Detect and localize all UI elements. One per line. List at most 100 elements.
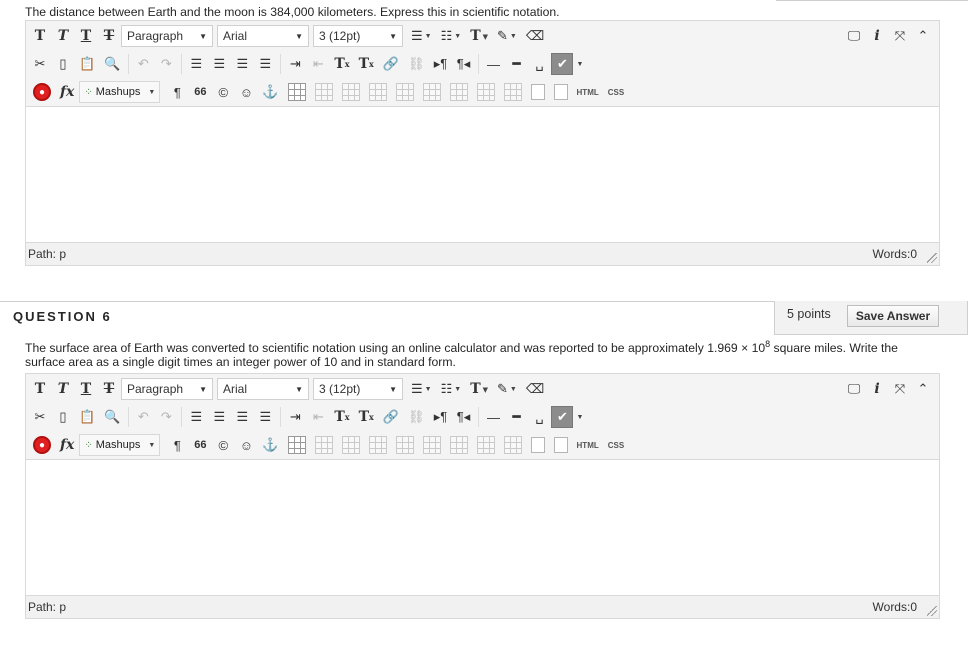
bold-button[interactable]: T [29, 378, 51, 400]
undo-button[interactable]: ↶ [132, 406, 154, 428]
redo-button[interactable]: ↷ [155, 406, 177, 428]
text-color-button[interactable]: T ▼ [466, 25, 492, 47]
table-props-button[interactable] [311, 81, 337, 103]
indent-button[interactable]: ⇥ [284, 53, 306, 75]
table-props-button[interactable] [311, 434, 337, 456]
align-right-button[interactable]: ☰ [231, 53, 253, 75]
paragraph-format-dropdown[interactable]: Paragraph ▼ [121, 378, 213, 400]
cut-button[interactable]: ✂ [29, 406, 51, 428]
collapse-toolbar-button[interactable]: ⌃ [912, 378, 934, 400]
copy-button[interactable]: ▯ [52, 406, 74, 428]
editor-content-area[interactable] [26, 106, 939, 242]
insert-col-after-button[interactable] [500, 81, 526, 103]
bullet-list-button[interactable]: ☰ ▼ [407, 25, 436, 47]
underline-button[interactable]: T [75, 378, 97, 400]
superscript-button[interactable]: Tx [330, 53, 353, 75]
indent-button[interactable]: ⇥ [284, 406, 306, 428]
collapse-toolbar-button[interactable]: ⌃ [912, 25, 934, 47]
insert-row-before-button[interactable] [392, 81, 418, 103]
chevron-down-icon[interactable]: ▼ [576, 414, 583, 421]
paste-button[interactable]: 📋 [75, 406, 99, 428]
rtl-button[interactable]: ¶◂ [452, 53, 474, 75]
undo-button[interactable]: ↶ [132, 53, 154, 75]
highlight-button[interactable]: ✎ ▼ [493, 25, 521, 47]
redo-button[interactable]: ↷ [155, 53, 177, 75]
no-icon-button[interactable]: ● [29, 434, 55, 456]
align-left-button[interactable]: ☰ [185, 53, 207, 75]
insert-table-button[interactable] [284, 81, 310, 103]
cell-props-button[interactable] [365, 81, 391, 103]
rtl-button[interactable]: ¶◂ [452, 406, 474, 428]
outdent-button[interactable]: ⇤ [307, 53, 329, 75]
paragraph-mark-button[interactable]: ¶ [166, 81, 188, 103]
resize-grip-icon[interactable] [927, 253, 937, 263]
special-char-button[interactable]: © [212, 434, 234, 456]
row-props-button[interactable] [338, 434, 364, 456]
preview-button[interactable]: 🖵 [843, 25, 865, 47]
insert-link-button[interactable]: 🔗 [379, 406, 403, 428]
delete-row-button[interactable] [446, 434, 472, 456]
info-button[interactable]: i [866, 378, 888, 400]
split-cells-button[interactable] [550, 434, 572, 456]
resize-grip-icon[interactable] [927, 606, 937, 616]
text-color-button[interactable]: T ▼ [466, 378, 492, 400]
insert-table-button[interactable] [284, 434, 310, 456]
horizontal-line-button[interactable]: — [482, 406, 504, 428]
nonbreaking-space-button[interactable]: ␣ [528, 53, 550, 75]
italic-button[interactable]: T [52, 25, 74, 47]
bullet-list-button[interactable]: ☰ ▼ [407, 378, 436, 400]
thick-line-button[interactable]: ━ [505, 406, 527, 428]
align-right-button[interactable]: ☰ [231, 406, 253, 428]
highlight-button[interactable]: ✎ ▼ [493, 378, 521, 400]
underline-button[interactable]: T [75, 25, 97, 47]
clear-format-button[interactable]: ⌫ [522, 378, 548, 400]
bold-button[interactable]: T [29, 25, 51, 47]
italic-button[interactable]: T [52, 378, 74, 400]
ltr-button[interactable]: ▸¶ [429, 406, 451, 428]
find-button[interactable]: 🔍 [100, 53, 124, 75]
remove-link-button[interactable]: ⛓ [404, 53, 429, 75]
preview-button[interactable]: 🖵 [843, 378, 865, 400]
insert-link-button[interactable]: 🔗 [379, 53, 403, 75]
blockquote-button[interactable]: 66 [189, 434, 211, 456]
delete-col-button[interactable] [527, 81, 549, 103]
row-props-button[interactable] [338, 81, 364, 103]
cut-button[interactable]: ✂ [29, 53, 51, 75]
align-justify-button[interactable]: ☰ [254, 53, 276, 75]
special-char-button[interactable]: © [212, 81, 234, 103]
mashups-dropdown[interactable]: ⁘ Mashups ▼ [79, 434, 161, 456]
css-button[interactable]: CSS [604, 434, 628, 456]
strikethrough-button[interactable]: T [98, 25, 120, 47]
anchor-button[interactable]: ⚓ [258, 81, 282, 103]
copy-button[interactable]: ▯ [52, 53, 74, 75]
font-family-dropdown[interactable]: Arial ▼ [217, 378, 309, 400]
spellcheck-button[interactable]: ✔ [551, 406, 574, 428]
delete-row-button[interactable] [446, 81, 472, 103]
find-button[interactable]: 🔍 [100, 406, 124, 428]
superscript-button[interactable]: Tx [330, 406, 353, 428]
editor-content-area[interactable] [26, 459, 939, 595]
insert-col-after-button[interactable] [500, 434, 526, 456]
strikethrough-button[interactable]: T [98, 378, 120, 400]
equation-button[interactable]: fx [56, 81, 78, 103]
emoticon-button[interactable]: ☺ [235, 434, 257, 456]
paragraph-format-dropdown[interactable]: Paragraph ▼ [121, 25, 213, 47]
align-center-button[interactable]: ☰ [208, 53, 230, 75]
fullscreen-button[interactable]: ⤧ [889, 378, 911, 400]
horizontal-line-button[interactable]: — [482, 53, 504, 75]
font-size-dropdown[interactable]: 3 (12pt) ▼ [313, 378, 403, 400]
paste-button[interactable]: 📋 [75, 53, 99, 75]
outdent-button[interactable]: ⇤ [307, 406, 329, 428]
html-source-button[interactable]: HTML [573, 434, 603, 456]
nonbreaking-space-button[interactable]: ␣ [528, 406, 550, 428]
insert-col-before-button[interactable] [473, 434, 499, 456]
mashups-dropdown[interactable]: ⁘ Mashups ▼ [79, 81, 161, 103]
info-button[interactable]: i [866, 25, 888, 47]
css-button[interactable]: CSS [604, 81, 628, 103]
fullscreen-button[interactable]: ⤧ [889, 25, 911, 47]
ltr-button[interactable]: ▸¶ [429, 53, 451, 75]
numbered-list-button[interactable]: ☷ ▼ [437, 25, 466, 47]
font-family-dropdown[interactable]: Arial ▼ [217, 25, 309, 47]
paragraph-mark-button[interactable]: ¶ [166, 434, 188, 456]
no-icon-button[interactable]: ● [29, 81, 55, 103]
